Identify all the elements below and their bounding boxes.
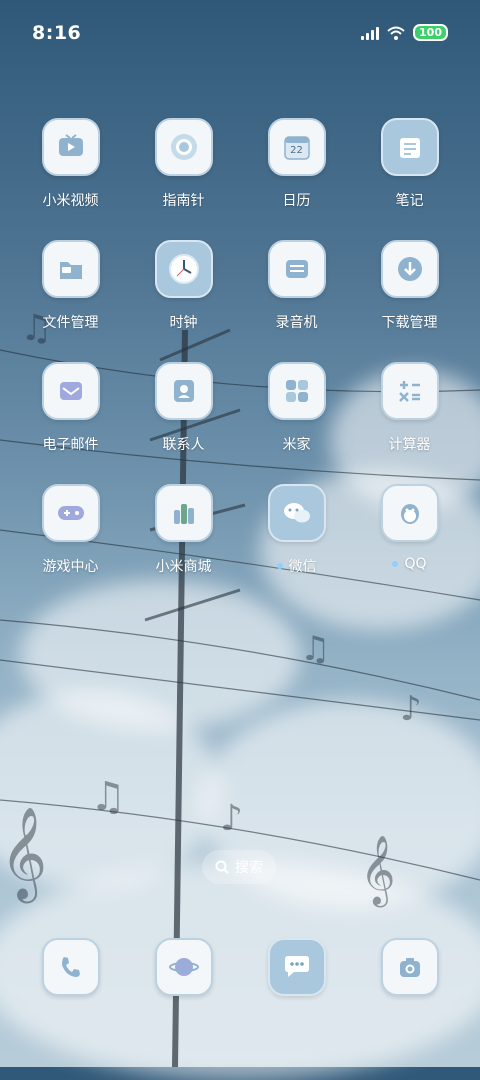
download-icon[interactable] [380, 240, 439, 298]
app-calculator[interactable]: 计算器 [353, 362, 466, 454]
status-time: 8:16 [32, 22, 82, 44]
app-mijia[interactable]: 米家 [240, 362, 353, 454]
app-label: 计算器 [388, 437, 431, 453]
dock-messages[interactable] [240, 938, 353, 996]
new-badge-dot [276, 563, 283, 569]
folder-icon[interactable] [41, 240, 100, 298]
app-label: 日历 [282, 193, 311, 209]
search-button[interactable]: 搜索 [202, 850, 276, 884]
mijia-icon[interactable] [267, 362, 326, 420]
new-badge-dot [392, 561, 399, 567]
notes-icon[interactable] [380, 118, 439, 176]
app-label: 电子邮件 [42, 437, 99, 453]
battery-indicator: 100 [413, 24, 448, 41]
dock [14, 938, 466, 996]
clock-icon[interactable] [154, 240, 213, 298]
app-label: 小米商城 [155, 559, 212, 575]
app-label: 小米视频 [42, 193, 99, 209]
app-compass[interactable]: 指南针 [127, 118, 240, 210]
app-qq[interactable]: QQ [353, 484, 466, 576]
app-label: 下载管理 [381, 315, 438, 331]
app-label: 游戏中心 [42, 559, 99, 575]
app-label: QQ [392, 556, 427, 572]
app-label: 联系人 [162, 437, 205, 453]
search-label: 搜索 [235, 860, 263, 876]
app-game-center[interactable]: 游戏中心 [14, 484, 127, 576]
email-icon[interactable] [41, 362, 100, 420]
wechat-icon[interactable] [267, 484, 326, 542]
phone-icon[interactable] [41, 938, 100, 996]
app-xiaomi-video[interactable]: 小米视频 [14, 118, 127, 210]
calculator-icon[interactable] [380, 362, 439, 420]
app-grid: 小米视频 指南针 22 日历 笔记 文件管理 时钟 录音机 下载管理 电子邮件 … [14, 118, 466, 576]
svg-text:♫: ♫ [300, 629, 330, 669]
cellular-signal-icon [361, 26, 380, 40]
mi-store-icon[interactable] [154, 484, 213, 542]
browser-planet-icon[interactable] [154, 938, 213, 996]
qq-icon[interactable] [380, 484, 439, 542]
app-label: 米家 [282, 437, 311, 453]
messages-icon[interactable] [267, 938, 326, 996]
status-bar: 8:16 100 [0, 0, 480, 70]
gamepad-icon[interactable] [41, 484, 100, 542]
app-notes[interactable]: 笔记 [353, 118, 466, 210]
dock-phone[interactable] [14, 938, 127, 996]
app-recorder[interactable]: 录音机 [240, 240, 353, 332]
app-file-manager[interactable]: 文件管理 [14, 240, 127, 332]
compass-icon[interactable] [154, 118, 213, 176]
calendar-day: 22 [290, 144, 303, 156]
app-contacts[interactable]: 联系人 [127, 362, 240, 454]
app-calendar[interactable]: 22 日历 [240, 118, 353, 210]
app-label: 录音机 [275, 315, 318, 331]
calendar-icon[interactable]: 22 [267, 118, 326, 176]
search-icon [215, 860, 229, 874]
camera-icon[interactable] [380, 938, 439, 996]
app-clock[interactable]: 时钟 [127, 240, 240, 332]
app-label: 时钟 [169, 315, 198, 331]
video-tv-icon[interactable] [41, 118, 100, 176]
app-label: 指南针 [162, 193, 205, 209]
app-wechat[interactable]: 微信 [240, 484, 353, 576]
contacts-icon[interactable] [154, 362, 213, 420]
recorder-icon[interactable] [267, 240, 326, 298]
app-email[interactable]: 电子邮件 [14, 362, 127, 454]
dock-browser[interactable] [127, 938, 240, 996]
app-label: 文件管理 [42, 315, 99, 331]
dock-camera[interactable] [353, 938, 466, 996]
app-download-manager[interactable]: 下载管理 [353, 240, 466, 332]
app-label: 笔记 [395, 193, 424, 209]
status-icons: 100 [361, 24, 448, 41]
app-label: 微信 [276, 556, 317, 576]
wifi-icon [387, 26, 405, 40]
app-mi-store[interactable]: 小米商城 [127, 484, 240, 576]
